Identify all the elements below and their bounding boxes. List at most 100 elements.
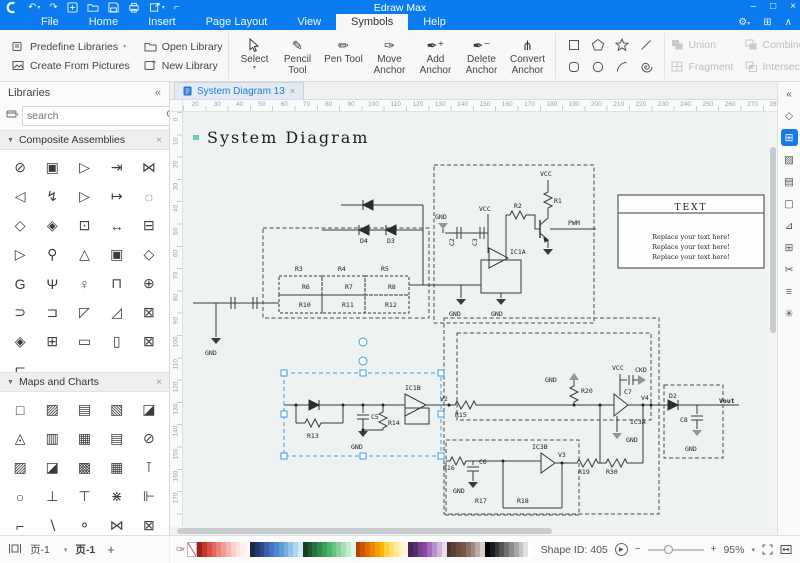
- library-symbol[interactable]: ▧: [101, 395, 133, 424]
- library-symbol[interactable]: ↯: [36, 182, 68, 211]
- library-symbol[interactable]: ◌: [133, 182, 165, 211]
- library-symbol[interactable]: ▦: [101, 453, 133, 482]
- library-symbol[interactable]: ▭: [68, 327, 100, 356]
- library-symbol[interactable]: ⋈: [133, 153, 165, 182]
- library-symbol[interactable]: □: [4, 395, 36, 424]
- expand-icon[interactable]: ✳: [781, 305, 798, 322]
- library-symbol[interactable]: △: [68, 240, 100, 269]
- fit-page-icon[interactable]: [780, 544, 792, 555]
- zoom-caret-icon[interactable]: ▾: [751, 546, 755, 554]
- document-tab[interactable]: System Diagram 13 ×: [174, 82, 304, 99]
- library-symbol[interactable]: ○: [4, 482, 36, 511]
- fullscreen-icon[interactable]: [762, 544, 773, 555]
- library-symbol[interactable]: Ψ: [36, 269, 68, 298]
- library-symbol[interactable]: ▨: [36, 395, 68, 424]
- library-symbol[interactable]: ◬: [4, 424, 36, 453]
- page-tab[interactable]: 页-1: [75, 542, 95, 557]
- fill-format-icon[interactable]: ◇: [781, 107, 798, 124]
- library-symbol[interactable]: ⊠: [133, 511, 165, 535]
- library-symbol[interactable]: ⊤: [68, 482, 100, 511]
- close-button[interactable]: ×: [790, 1, 796, 12]
- collapse-panel-icon[interactable]: «: [781, 85, 798, 102]
- menu-view[interactable]: View: [282, 14, 336, 31]
- selection-box[interactable]: [281, 338, 444, 459]
- library-symbol[interactable]: ⊓: [101, 269, 133, 298]
- library-symbol[interactable]: ◸: [68, 298, 100, 327]
- library-symbol[interactable]: ⊡: [68, 211, 100, 240]
- vertical-scrollbar[interactable]: [769, 112, 777, 527]
- line-shape-button[interactable]: [634, 34, 658, 56]
- maximize-button[interactable]: □: [770, 1, 776, 12]
- delete-anchor-button[interactable]: ✒⁻ Delete Anchor: [459, 36, 503, 77]
- library-symbol[interactable]: ◁: [4, 182, 36, 211]
- page-list-caret-icon[interactable]: ▾: [64, 546, 68, 554]
- library-symbol[interactable]: ♀: [68, 269, 100, 298]
- library-symbol[interactable]: ⊠: [133, 327, 165, 356]
- zoom-slider-knob[interactable]: [664, 545, 673, 554]
- library-import-icon[interactable]: [6, 107, 19, 125]
- library-symbol[interactable]: ⊠: [133, 298, 165, 327]
- library-symbol[interactable]: ▣: [101, 240, 133, 269]
- library-symbol[interactable]: ⌐: [4, 511, 36, 535]
- rounded-rectangle-shape-button[interactable]: [562, 56, 586, 78]
- library-symbol[interactable]: ⋈: [101, 511, 133, 535]
- settings-gear-icon[interactable]: ⚙▾: [738, 17, 750, 28]
- chart-icon[interactable]: ⊿: [781, 217, 798, 234]
- library-symbol[interactable]: ⊺: [133, 453, 165, 482]
- zoom-slider[interactable]: [648, 549, 704, 551]
- section-close-icon[interactable]: ×: [156, 377, 162, 388]
- library-symbol[interactable]: ∖: [36, 511, 68, 535]
- library-symbol[interactable]: ⊘: [133, 424, 165, 453]
- library-symbol[interactable]: ↦: [101, 182, 133, 211]
- library-symbol[interactable]: ▣: [36, 153, 68, 182]
- library-symbol[interactable]: ◈: [4, 327, 36, 356]
- library-symbol[interactable]: ▷: [4, 240, 36, 269]
- page-setup-icon[interactable]: ▢: [781, 195, 798, 212]
- spiral-shape-button[interactable]: [634, 56, 658, 78]
- pen-tool-button[interactable]: ✏ Pen Tool: [321, 36, 365, 77]
- pentagon-shape-button[interactable]: [586, 34, 610, 56]
- page-overview-icon[interactable]: [8, 543, 22, 557]
- menu-file[interactable]: File: [26, 14, 74, 31]
- library-symbol[interactable]: ◪: [133, 395, 165, 424]
- close-tab-icon[interactable]: ×: [290, 86, 295, 96]
- library-symbol[interactable]: ⊟: [133, 211, 165, 240]
- drawing-canvas[interactable]: System DiagramVCCR1R2PWMGNDVCCC2C3IC1AGN…: [183, 112, 769, 527]
- library-symbol[interactable]: ⊘: [4, 153, 36, 182]
- play-presentation-icon[interactable]: ▶: [615, 543, 628, 556]
- arc-shape-button[interactable]: [610, 56, 634, 78]
- vertical-scrollbar-thumb[interactable]: [770, 147, 776, 333]
- library-symbol[interactable]: ⊐: [36, 298, 68, 327]
- open-library-button[interactable]: Open Library: [144, 41, 223, 53]
- library-symbol[interactable]: ▷: [68, 182, 100, 211]
- section-composite-assemblies[interactable]: ▼ Composite Assemblies ×: [0, 130, 169, 150]
- horizontal-scrollbar-thumb[interactable]: [177, 528, 552, 534]
- no-fill-swatch[interactable]: [187, 542, 197, 557]
- library-symbol[interactable]: ⊕: [133, 269, 165, 298]
- library-symbol[interactable]: ◇: [4, 211, 36, 240]
- section-close-icon[interactable]: ×: [156, 135, 162, 146]
- clipart-icon[interactable]: ✂: [781, 261, 798, 278]
- library-symbol[interactable]: ⊥: [36, 482, 68, 511]
- library-symbol[interactable]: ⊃: [4, 298, 36, 327]
- select-tool-button[interactable]: Select ▾: [235, 36, 273, 77]
- horizontal-scrollbar[interactable]: [170, 527, 777, 535]
- menu-symbols[interactable]: Symbols: [336, 14, 408, 31]
- circle-shape-button[interactable]: [586, 56, 610, 78]
- add-page-button[interactable]: +: [107, 542, 115, 557]
- library-symbol[interactable]: ▦: [68, 424, 100, 453]
- table-icon[interactable]: ⊞: [781, 239, 798, 256]
- new-library-button[interactable]: New Library: [144, 60, 223, 72]
- library-symbol[interactable]: ◪: [36, 453, 68, 482]
- menu-insert[interactable]: Insert: [133, 14, 191, 31]
- library-symbol[interactable]: ▨: [4, 453, 36, 482]
- section-maps-and-charts[interactable]: ▼ Maps and Charts ×: [0, 372, 169, 392]
- predefine-libraries-button[interactable]: Predefine Libraries ▾: [12, 41, 130, 53]
- convert-anchor-button[interactable]: ⋔ Convert Anchor: [505, 36, 549, 77]
- minimize-button[interactable]: –: [751, 1, 757, 12]
- menu-home[interactable]: Home: [74, 14, 133, 31]
- create-from-pictures-button[interactable]: Create From Pictures: [12, 60, 130, 72]
- collapse-libraries-icon[interactable]: «: [155, 87, 161, 99]
- menu-page-layout[interactable]: Page Layout: [191, 14, 283, 31]
- library-symbol[interactable]: G: [4, 269, 36, 298]
